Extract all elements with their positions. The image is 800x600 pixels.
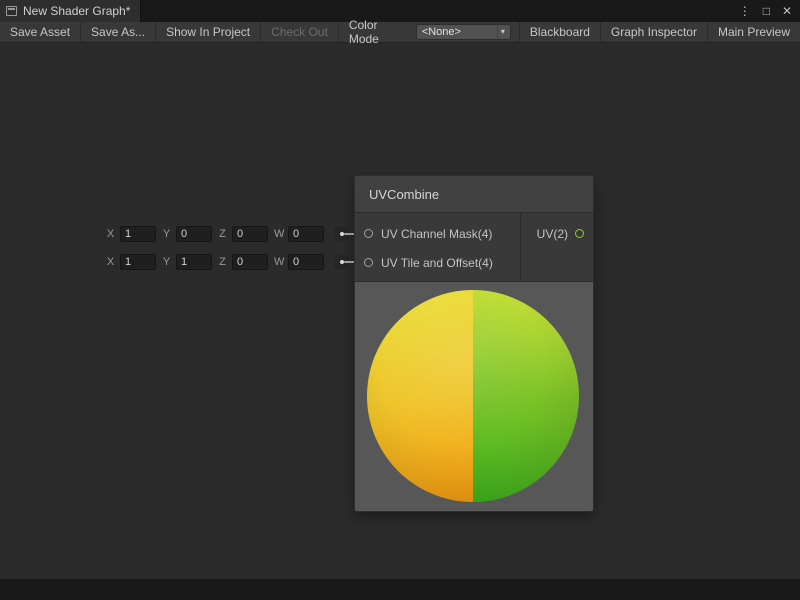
maximize-icon[interactable]: □ [757, 0, 776, 22]
save-as-button[interactable]: Save As... [81, 22, 156, 42]
z-label: Z [218, 228, 227, 240]
main-preview-button[interactable]: Main Preview [707, 22, 800, 42]
tab-title: New Shader Graph* [23, 4, 130, 18]
x-label: X [106, 256, 115, 268]
color-mode-value: <None> [422, 26, 461, 38]
z-field[interactable] [232, 226, 268, 242]
output-port-uv: UV(2) [521, 219, 584, 248]
tab-shader-graph[interactable]: New Shader Graph* [0, 0, 141, 22]
preview-sphere-right-half [473, 290, 579, 502]
output-ports: UV(2) [520, 213, 593, 281]
preview-sphere-left-half [367, 290, 473, 502]
node-preview [355, 281, 593, 511]
w-field[interactable] [288, 254, 324, 270]
blackboard-button[interactable]: Blackboard [519, 22, 600, 42]
close-icon[interactable]: ✕ [776, 0, 800, 22]
shader-graph-toolbar: Save Asset Save As... Show In Project Ch… [0, 22, 800, 43]
input-port-uv-channel-mask: UV Channel Mask(4) [355, 219, 520, 248]
input-port-icon[interactable] [364, 258, 373, 267]
color-mode-label: Color Mode [349, 18, 409, 46]
input-port-uv-tile-and-offset: UV Tile and Offset(4) [355, 248, 520, 277]
save-asset-button[interactable]: Save Asset [0, 22, 81, 42]
vector4-input-row-1: X Y Z W [100, 225, 349, 243]
uvcombine-node[interactable]: UVCombine UV Channel Mask(4) UV Tile and… [355, 176, 593, 511]
output-port-icon[interactable] [575, 229, 584, 238]
input-port-icon[interactable] [364, 229, 373, 238]
menu-icon[interactable]: ⋮ [733, 0, 757, 22]
y-label: Y [162, 256, 171, 268]
preview-sphere [367, 290, 579, 502]
chevron-down-icon: ▾ [497, 25, 508, 39]
input-ports: UV Channel Mask(4) UV Tile and Offset(4) [355, 213, 520, 281]
vector4-input-row-2: X Y Z W [100, 253, 349, 271]
y-label: Y [162, 228, 171, 240]
node-title[interactable]: UVCombine [355, 176, 593, 213]
x-field[interactable] [120, 226, 156, 242]
color-mode-group: Color Mode <None> ▾ [339, 22, 519, 42]
graph-inspector-button[interactable]: Graph Inspector [600, 22, 707, 42]
node-ports: UV Channel Mask(4) UV Tile and Offset(4)… [355, 213, 593, 281]
w-field[interactable] [288, 226, 324, 242]
z-label: Z [218, 256, 227, 268]
x-field[interactable] [120, 254, 156, 270]
y-field[interactable] [176, 226, 212, 242]
status-bar [0, 579, 800, 600]
window-controls: ⋮ □ ✕ [733, 0, 800, 22]
x-label: X [106, 228, 115, 240]
w-label: W [274, 228, 283, 240]
check-out-button: Check Out [261, 22, 339, 42]
z-field[interactable] [232, 254, 268, 270]
input-port-label: UV Tile and Offset(4) [381, 256, 493, 270]
w-label: W [274, 256, 283, 268]
y-field[interactable] [176, 254, 212, 270]
shader-graph-icon [6, 6, 17, 16]
color-mode-dropdown[interactable]: <None> ▾ [416, 24, 511, 40]
input-port-label: UV Channel Mask(4) [381, 227, 492, 241]
output-port-label: UV(2) [537, 227, 568, 241]
show-in-project-button[interactable]: Show In Project [156, 22, 261, 42]
